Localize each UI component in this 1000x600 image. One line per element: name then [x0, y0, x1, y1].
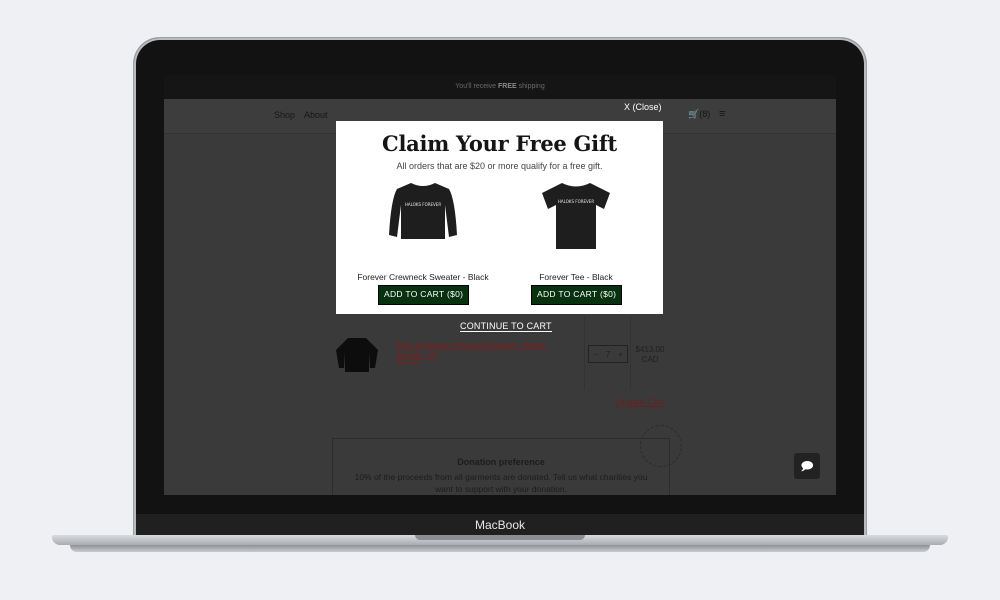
- laptop-notch: [415, 535, 585, 540]
- laptop-base-shadow: [70, 545, 930, 552]
- remove-item-link[interactable]: Remove: [396, 361, 418, 367]
- price-amount: $413.00: [635, 345, 665, 354]
- laptop-brand-label: MacBook: [136, 514, 864, 536]
- promo-bar: You'll receive FREE shipping: [164, 75, 836, 99]
- cart-item-name-link[interactable]: Born & Raised Crewneck Sweater - Black |…: [396, 341, 576, 361]
- update-cart-link[interactable]: Update Cart: [616, 397, 665, 407]
- modal-subtitle: All orders that are $20 or more qualify …: [396, 161, 603, 171]
- tshirt-icon: HALOKS FOREVER: [542, 183, 610, 249]
- nav-about-link[interactable]: About: [304, 110, 328, 120]
- add-to-cart-sweater-button[interactable]: ADD TO CART ($0): [378, 285, 470, 305]
- donation-preference-box: Donation preference 10% of the proceeds …: [332, 438, 670, 495]
- cart-count: (8): [699, 109, 711, 119]
- sweater-icon: HALOKS FOREVER: [389, 183, 457, 239]
- add-to-cart-tee-button[interactable]: ADD TO CART ($0): [531, 285, 623, 305]
- sweater-print-text: HALOKS FOREVER: [405, 202, 441, 207]
- quantity-value: 7: [605, 349, 611, 359]
- cart-link[interactable]: 🛒(8): [688, 109, 710, 120]
- gift-name: Forever Crewneck Sweater - Black: [357, 272, 489, 282]
- tee-print-text: HALOKS FOREVER: [558, 199, 594, 204]
- quantity-decrease-button[interactable]: −: [593, 350, 598, 359]
- cart-item-image: [336, 338, 378, 372]
- donation-text: 10% of the proceeds from all garments ar…: [354, 472, 648, 494]
- cart-column-divider: [630, 315, 631, 390]
- gift-card-sweater: HALOKS FOREVER Forever Crewneck Sweater …: [348, 179, 498, 309]
- quantity-increase-button[interactable]: +: [618, 350, 623, 359]
- free-gift-modal: Claim Your Free Gift All orders that are…: [336, 121, 663, 314]
- cart-icon: 🛒: [688, 109, 700, 119]
- modal-title: Claim Your Free Gift: [382, 131, 617, 156]
- price-currency: CAD: [641, 355, 659, 364]
- cart-item-price: $413.00 CAD: [634, 345, 666, 365]
- promo-prefix: You'll receive: [455, 83, 497, 90]
- continue-to-cart-link[interactable]: CONTINUE TO CART: [460, 321, 552, 332]
- chat-button[interactable]: 🗩: [794, 453, 820, 479]
- gift-name: Forever Tee - Black: [539, 272, 613, 282]
- donation-title: Donation preference: [457, 457, 545, 467]
- nav-shop-link[interactable]: Shop: [274, 110, 295, 120]
- gift-card-tee: HALOKS FOREVER Forever Tee - Black ADD T…: [501, 179, 651, 309]
- modal-close-button[interactable]: X (Close): [624, 102, 662, 112]
- hamburger-menu-icon[interactable]: ≡: [719, 108, 725, 120]
- browser-screen: You'll receive FREE shipping Shop About …: [164, 75, 836, 495]
- cart-column-divider: [584, 315, 585, 390]
- quantity-stepper[interactable]: − 7 +: [588, 345, 628, 363]
- promo-highlight: FREE: [498, 83, 517, 90]
- promo-suffix: shipping: [518, 83, 545, 90]
- chat-icon: 🗩: [800, 459, 814, 473]
